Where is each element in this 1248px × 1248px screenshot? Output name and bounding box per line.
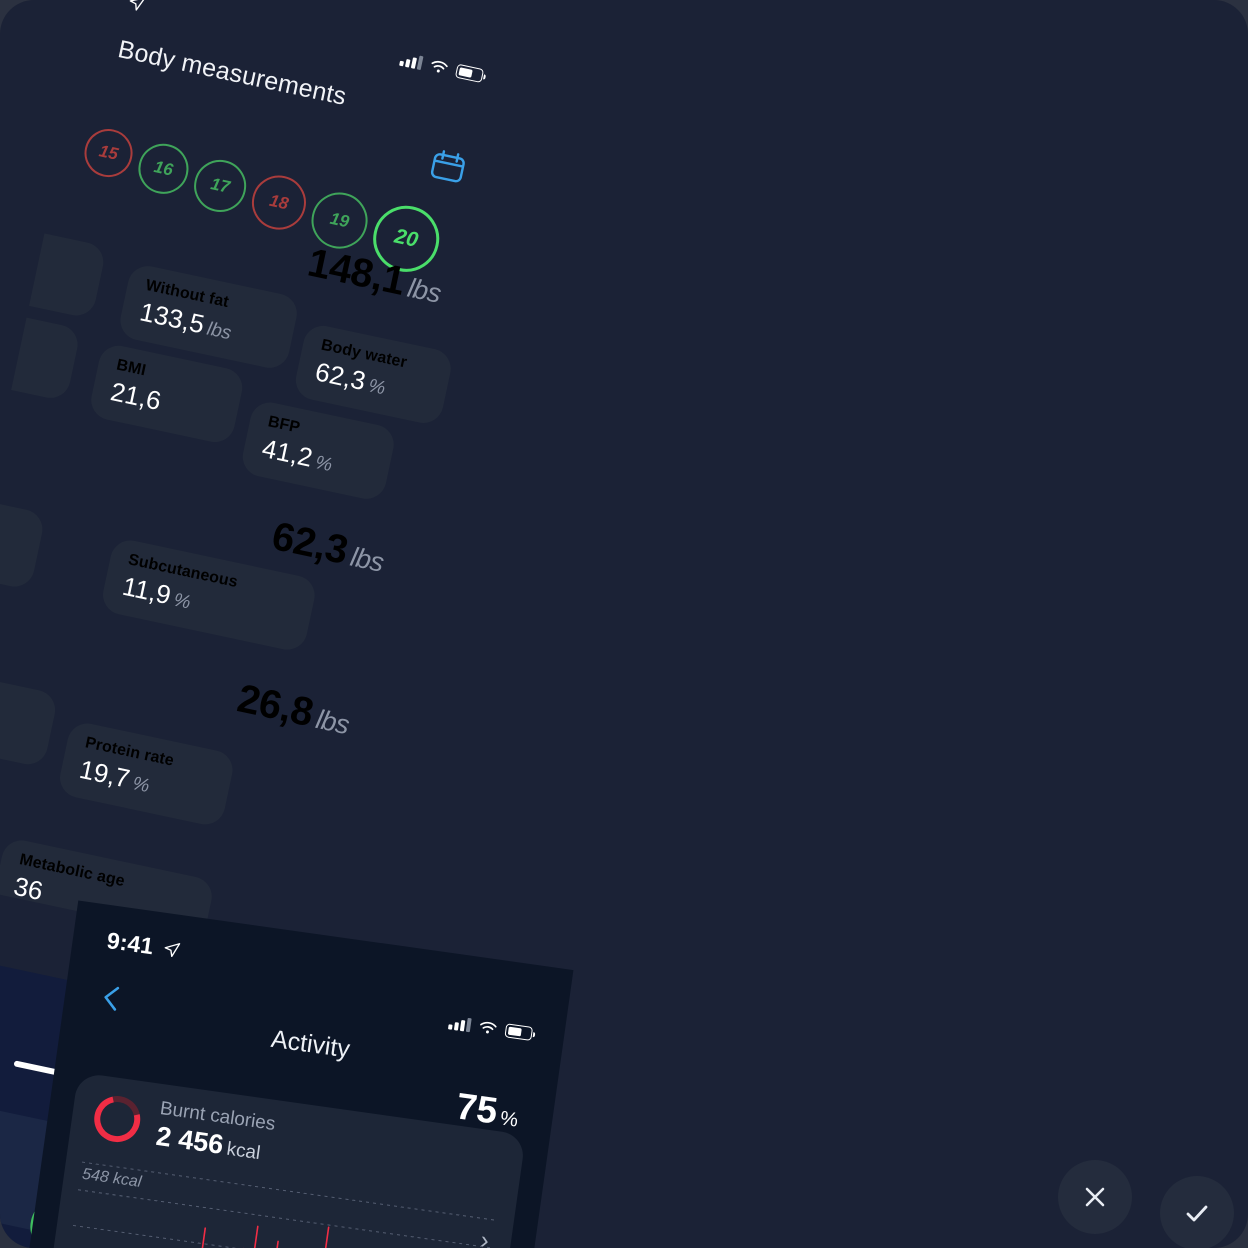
check-icon bbox=[1186, 1205, 1208, 1222]
card-unit: % bbox=[366, 375, 388, 400]
card-bfp[interactable]: BFP 41,2% bbox=[239, 398, 398, 503]
confirm-button[interactable] bbox=[1160, 1176, 1234, 1248]
cellular-bars-icon bbox=[399, 52, 424, 71]
battery-icon bbox=[504, 1023, 534, 1041]
status-icons bbox=[399, 52, 485, 84]
day-chip-18[interactable]: 18 bbox=[246, 170, 311, 235]
card-burnt-calories[interactable]: Burnt calories 2 456kcal › 548 kcal bbox=[41, 1072, 526, 1248]
muscle-total: 26,8lbs bbox=[233, 676, 354, 744]
fat-total: 62,3lbs bbox=[268, 514, 389, 582]
day-chip-16[interactable]: 16 bbox=[133, 139, 194, 199]
activity-percent-unit: % bbox=[498, 1107, 520, 1132]
screenshot-canvas: Body measurements 15 16 17 18 19 20 148,1lbs … bbox=[0, 0, 1248, 1248]
wifi-icon bbox=[480, 1021, 497, 1034]
chevron-right-icon[interactable]: › bbox=[479, 1226, 491, 1248]
battery-icon bbox=[454, 63, 485, 84]
day-chip-15[interactable]: 15 bbox=[80, 124, 138, 182]
burnt-calories-chart bbox=[190, 1225, 330, 1248]
card-unit: % bbox=[130, 773, 152, 798]
weight-unit: lbs bbox=[405, 272, 444, 309]
cellular-bars-icon bbox=[448, 1015, 472, 1033]
location-arrow-icon bbox=[164, 942, 181, 957]
card-protein-rate[interactable]: Protein rate 19,7% bbox=[56, 719, 237, 829]
card-unit: % bbox=[313, 452, 335, 477]
card-unit bbox=[162, 395, 166, 416]
muscle-unit: lbs bbox=[313, 703, 352, 741]
cancel-button[interactable] bbox=[1058, 1160, 1132, 1234]
location-arrow-icon bbox=[129, 0, 146, 11]
card-unit: lbs bbox=[205, 318, 234, 345]
wifi-icon bbox=[431, 60, 448, 73]
card-standard[interactable]: Standard 5lbs bbox=[0, 659, 59, 768]
muscle-value: 26,8 bbox=[233, 676, 317, 736]
fat-unit: lbs bbox=[347, 541, 387, 578]
card-clipped-left-3[interactable] bbox=[0, 486, 47, 591]
card-label: Standard bbox=[0, 674, 39, 719]
fat-value: 62,3 bbox=[268, 514, 352, 573]
card-unit: % bbox=[171, 589, 193, 614]
day-chip-17[interactable]: 17 bbox=[189, 154, 252, 217]
day-selector[interactable]: 15 16 17 18 19 20 bbox=[74, 93, 455, 278]
card-unit: kcal bbox=[225, 1138, 262, 1165]
activity-percent-value: 75 bbox=[453, 1085, 501, 1132]
close-icon bbox=[1085, 1187, 1105, 1207]
progress-ring-icon bbox=[85, 1087, 150, 1151]
status-clock: 9:41 bbox=[105, 926, 156, 959]
